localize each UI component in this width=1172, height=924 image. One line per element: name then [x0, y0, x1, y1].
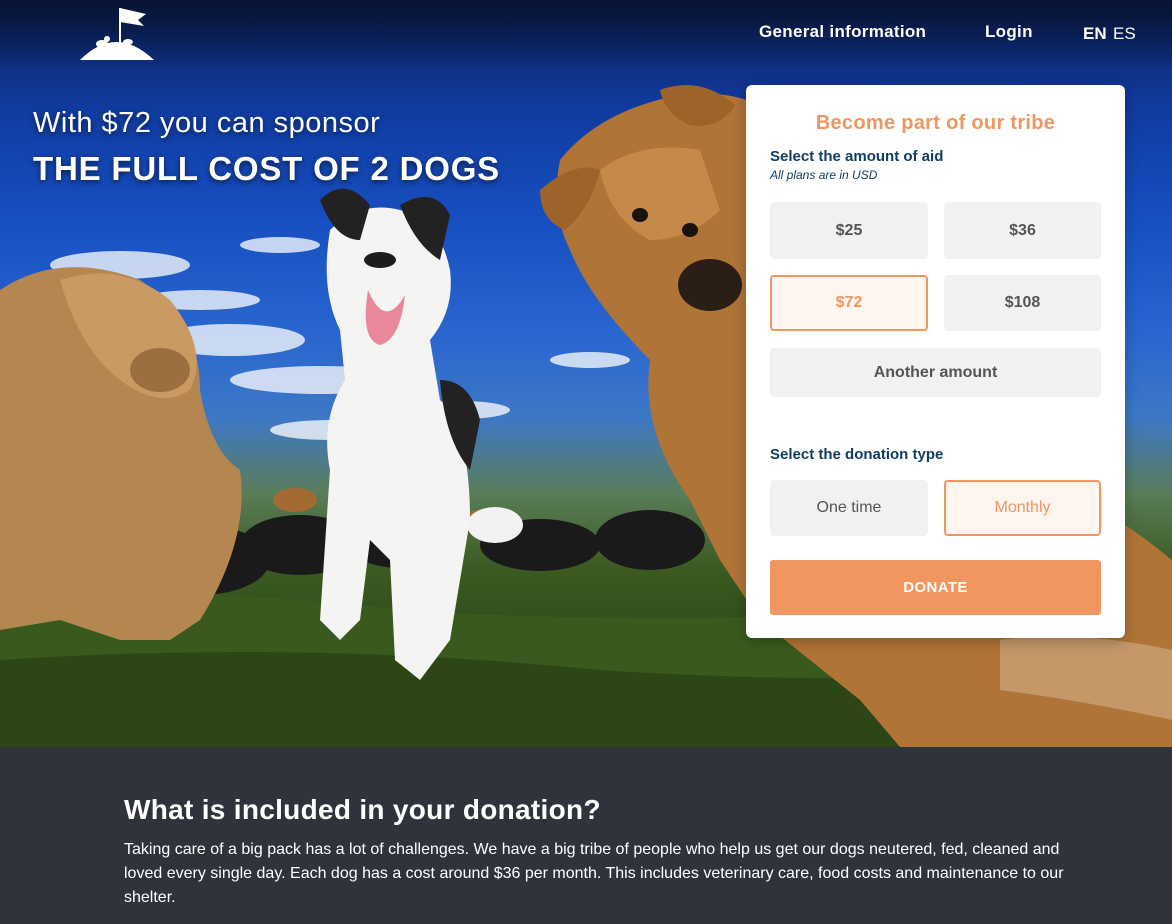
- hero-title: THE FULL COST OF 2 DOGS: [33, 150, 500, 187]
- nav-general-information[interactable]: General information: [759, 22, 926, 44]
- info-section-title: What is included in your donation?: [124, 794, 601, 825]
- donate-button[interactable]: DONATE: [770, 560, 1101, 615]
- amount-option-25[interactable]: $25: [770, 202, 928, 259]
- amount-option-36[interactable]: $36: [944, 202, 1101, 259]
- amount-currency-note: All plans are in USD: [770, 168, 878, 182]
- info-section-body: Taking care of a big pack has a lot of c…: [124, 841, 1064, 906]
- another-amount-button[interactable]: Another amount: [770, 348, 1101, 397]
- donation-card: Become part of our tribe Select the amou…: [746, 85, 1125, 638]
- language-es[interactable]: ES: [1113, 24, 1136, 44]
- donation-type-one-time[interactable]: One time: [770, 480, 928, 536]
- nav-login[interactable]: Login: [985, 22, 1033, 44]
- hero-subtitle: With $72 you can sponsor: [33, 107, 381, 139]
- donation-type-monthly[interactable]: Monthly: [944, 480, 1101, 536]
- language-en[interactable]: EN: [1083, 24, 1107, 44]
- amount-section-title: Select the amount of aid: [770, 148, 944, 165]
- amount-option-72[interactable]: $72: [770, 275, 928, 331]
- amount-option-108[interactable]: $108: [944, 275, 1101, 331]
- card-title: Become part of our tribe: [815, 112, 1056, 134]
- shelter-logo-icon[interactable]: [78, 4, 158, 62]
- donation-type-title: Select the donation type: [770, 446, 944, 463]
